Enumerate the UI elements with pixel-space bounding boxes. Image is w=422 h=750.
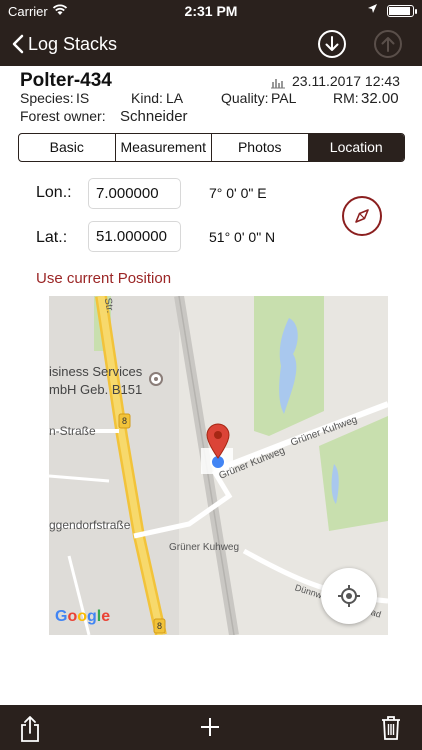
map-label-gmbh: mbH Geb. B151 bbox=[49, 382, 143, 397]
species-label: Species: bbox=[20, 90, 74, 106]
trash-icon[interactable] bbox=[380, 715, 402, 741]
rm-label: RM: bbox=[333, 90, 359, 106]
longitude-label: Lon.: bbox=[36, 184, 72, 201]
map-pin-icon bbox=[206, 423, 230, 459]
longitude-field[interactable]: 7.000000 bbox=[88, 178, 181, 209]
map-view[interactable]: isiness Services mbH Geb. B151 n-Straße … bbox=[49, 296, 388, 635]
tab-location[interactable]: Location bbox=[308, 134, 404, 161]
map-label-strasse: n-Straße bbox=[49, 424, 96, 438]
species-value: IS bbox=[76, 90, 90, 106]
google-logo: Google bbox=[55, 608, 111, 625]
share-icon[interactable] bbox=[18, 715, 42, 743]
tab-measurement[interactable]: Measurement bbox=[116, 134, 212, 161]
rm-value: 32.00 bbox=[361, 90, 399, 107]
kind-label: Kind: bbox=[131, 90, 163, 106]
download-icon bbox=[325, 36, 339, 51]
page-title: Polter-434 bbox=[20, 70, 112, 91]
route-shield-label: 8 bbox=[157, 621, 163, 631]
kind-value: LA bbox=[166, 90, 184, 106]
compass-icon bbox=[355, 209, 369, 223]
latitude-label: Lat.: bbox=[36, 229, 68, 246]
status-bar: Carrier 2:31 PM bbox=[0, 0, 422, 22]
route-shield-label: 8 bbox=[122, 416, 128, 426]
latitude-dms: 51° 0' 0" N bbox=[209, 229, 276, 245]
navigation-bar: Log Stacks bbox=[0, 22, 422, 66]
date-label: 23.11.2017 12:43 bbox=[292, 73, 400, 89]
download-button[interactable] bbox=[318, 30, 346, 58]
tab-basic[interactable]: Basic bbox=[19, 134, 116, 161]
tab-photos[interactable]: Photos bbox=[212, 134, 309, 161]
upload-icon bbox=[381, 37, 395, 52]
owner-row: Forest owner: Schneider bbox=[20, 108, 188, 125]
bottom-toolbar bbox=[0, 705, 422, 750]
map-label-business: isiness Services bbox=[49, 364, 143, 379]
back-button-label: Log Stacks bbox=[28, 33, 118, 54]
owner-value: Schneider bbox=[120, 108, 188, 125]
owner-label: Forest owner: bbox=[20, 108, 106, 124]
latitude-field[interactable]: 51.000000 bbox=[88, 221, 181, 252]
my-location-button[interactable] bbox=[321, 568, 377, 624]
add-icon[interactable] bbox=[199, 716, 221, 738]
compass-button[interactable] bbox=[342, 196, 382, 236]
quality-value: PAL bbox=[271, 90, 297, 106]
use-current-position-link[interactable]: Use current Position bbox=[36, 270, 171, 287]
tab-bar: Basic Measurement Photos Location bbox=[18, 133, 405, 162]
crosshair-icon bbox=[338, 585, 360, 607]
bar-chart-icon bbox=[271, 79, 285, 89]
back-button[interactable]: Log Stacks bbox=[12, 30, 117, 58]
location-arrow-icon bbox=[368, 4, 377, 13]
map-label-ggendorfstrasse: ggendorfstraße bbox=[49, 518, 131, 532]
upload-button[interactable] bbox=[374, 30, 402, 58]
map-label-kuhweg-3: Grüner Kuhweg bbox=[169, 542, 240, 553]
clock: 2:31 PM bbox=[184, 3, 238, 19]
longitude-dms: 7° 0' 0" E bbox=[209, 185, 267, 201]
battery-tip bbox=[415, 9, 417, 14]
chevron-left-icon bbox=[12, 34, 24, 54]
map-label-str: Str. bbox=[101, 297, 116, 314]
quality-label: Quality: bbox=[221, 90, 269, 106]
battery-icon bbox=[387, 5, 414, 17]
